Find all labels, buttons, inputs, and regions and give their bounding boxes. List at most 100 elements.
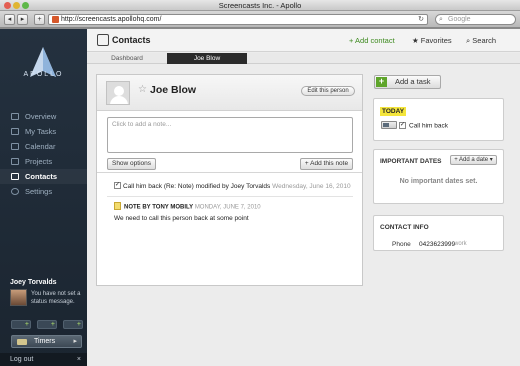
sidebar-item-settings[interactable]: Settings	[0, 184, 87, 199]
forward-arrow-icon: ▸	[20, 16, 25, 23]
edit-person-button[interactable]: Edit this person	[301, 86, 355, 96]
window-titlebar: Screencasts Inc. - Apollo	[0, 0, 520, 11]
sidebar: APOLLO Overview My Tasks Calendar Projec…	[0, 29, 87, 366]
contact-photo[interactable]	[106, 81, 130, 105]
sidebar-item-projects[interactable]: Projects	[0, 154, 87, 169]
favorite-star-icon[interactable]: ☆	[138, 84, 147, 95]
note-icon	[114, 202, 121, 210]
plus-icon: +	[37, 16, 42, 23]
divider	[97, 172, 362, 173]
new-tab-button[interactable]: +	[34, 14, 45, 25]
contacts-icon	[11, 173, 19, 180]
note-header: NOTE BY TONY MOBILY MONDAY, JUNE 7, 2010	[114, 202, 261, 211]
person-silhouette-body	[110, 96, 128, 104]
note-author: NOTE BY TONY MOBILY	[124, 204, 194, 211]
task-checkbox[interactable]: ✓	[399, 121, 406, 129]
person-silhouette-icon	[114, 86, 124, 96]
note-date: MONDAY, JUNE 7, 2010	[194, 204, 261, 211]
timers-button[interactable]: Timers ▸	[11, 335, 82, 348]
add-contact-link[interactable]: + Add contact	[349, 36, 395, 45]
reload-icon[interactable]: ↻	[418, 15, 424, 24]
important-dates-panel: IMPORTANT DATES + Add a date ▾ No import…	[373, 149, 504, 204]
user-status-message[interactable]: You have not set a status message.	[31, 290, 87, 306]
contact-card: ☆ Joe Blow Edit this person Click to add…	[96, 74, 363, 286]
calendar-icon	[11, 143, 19, 150]
sidebar-item-overview[interactable]: Overview	[0, 109, 87, 124]
note-body: We need to call this person back at some…	[114, 215, 249, 222]
sidebar-item-label: Overview	[25, 112, 57, 121]
sidebar-item-my-tasks[interactable]: My Tasks	[0, 124, 87, 139]
sidebar-item-contacts[interactable]: Contacts	[0, 169, 87, 184]
task-label[interactable]: Call him back	[409, 123, 448, 130]
contact-header: ☆ Joe Blow Edit this person	[97, 75, 362, 111]
main-content: Contacts + Add contact ★ Favorites ⌕ Sea…	[87, 29, 520, 366]
sidebar-item-label: Calendar	[25, 142, 56, 151]
site-favicon-icon	[52, 16, 59, 23]
quick-add-project-button[interactable]: +	[37, 320, 57, 329]
minimize-window-button[interactable]	[13, 2, 20, 9]
chevron-right-icon: ▸	[73, 338, 77, 345]
add-task-label: Add a task	[395, 77, 431, 86]
browser-toolbar: ◂ ▸ + http://screencasts.apollohq.com/ ↻…	[0, 11, 520, 28]
add-note-button[interactable]: + Add this note	[300, 158, 353, 170]
quick-add-task-button[interactable]: +	[11, 320, 31, 329]
activity-task-date: Wednesday, June 16, 2010	[272, 183, 351, 191]
add-date-button[interactable]: + Add a date ▾	[450, 155, 497, 165]
activity-task-item: ✓ Call him back (Re: Note) modified by Jo…	[114, 182, 351, 191]
forward-button[interactable]: ▸	[17, 14, 28, 25]
user-name[interactable]: Joey Torvalds	[10, 279, 87, 286]
quick-add-task-label: +	[24, 321, 29, 328]
apollo-logo	[30, 47, 56, 77]
activity-task-text[interactable]: Call him back (Re: Note) modified by Joe…	[123, 183, 270, 190]
tasks-panel: TODAY ✓ Call him back	[373, 98, 504, 141]
browser-search-field[interactable]: ⌕ Google	[435, 14, 516, 25]
gear-icon	[11, 188, 19, 195]
phone-number[interactable]: 0423623999	[419, 241, 455, 248]
back-button[interactable]: ◂	[4, 14, 15, 25]
favorites-link[interactable]: ★ Favorites	[412, 36, 452, 45]
current-user: Joey Torvalds You have not set a status …	[10, 279, 87, 306]
show-options-button[interactable]: Show options	[107, 158, 156, 170]
timers-label: Timers	[34, 338, 56, 345]
quick-add-timer-button[interactable]: +	[63, 320, 83, 329]
tab-joe-blow[interactable]: Joe Blow	[167, 53, 247, 64]
sidebar-item-label: Projects	[25, 157, 53, 166]
timer-icon	[17, 339, 27, 345]
search-link[interactable]: ⌕ Search	[466, 36, 496, 46]
note-textarea[interactable]: Click to add a note...	[107, 117, 353, 153]
close-window-button[interactable]	[4, 2, 11, 9]
window-title: Screencasts Inc. - Apollo	[218, 1, 302, 10]
contact-name: Joe Blow	[150, 84, 197, 96]
important-dates-title: IMPORTANT DATES	[380, 158, 442, 165]
no-dates-message: No important dates set.	[399, 178, 478, 185]
add-task-button[interactable]: + Add a task	[374, 75, 441, 89]
logout-link[interactable]: Log out	[10, 356, 33, 363]
today-badge: TODAY	[380, 107, 407, 116]
divider	[107, 196, 353, 197]
sidebar-nav: Overview My Tasks Calendar Projects Cont…	[0, 109, 87, 199]
plus-icon: +	[376, 77, 387, 87]
zoom-window-button[interactable]	[22, 2, 29, 9]
url-text: http://screencasts.apollohq.com/	[61, 16, 162, 23]
sidebar-item-label: Settings	[25, 187, 53, 196]
contact-info-panel: CONTACT INFO Phone 0423623999 work	[373, 215, 504, 251]
logo-wordmark: APOLLO	[23, 71, 64, 78]
sidebar-item-label: My Tasks	[25, 127, 57, 136]
tab-dashboard[interactable]: Dashboard	[87, 53, 167, 64]
contacts-icon	[97, 34, 109, 46]
checked-checkbox-icon: ✓	[114, 182, 121, 189]
page-title: Contacts	[112, 35, 151, 45]
close-icon[interactable]: ×	[77, 353, 81, 366]
avatar[interactable]	[10, 289, 27, 306]
browser-search-placeholder: Google	[448, 16, 471, 23]
sidebar-item-calendar[interactable]: Calendar	[0, 139, 87, 154]
url-bar[interactable]: http://screencasts.apollohq.com/ ↻	[48, 14, 428, 25]
sidebar-item-label: Contacts	[25, 172, 58, 181]
task-item: ✓ Call him back	[381, 121, 448, 130]
quick-add-timer-label: +	[76, 321, 81, 328]
phone-label: Phone	[392, 241, 411, 248]
top-bar: Contacts + Add contact ★ Favorites ⌕ Sea…	[87, 29, 520, 52]
search-link-label: Search	[472, 36, 497, 45]
task-category-select[interactable]	[381, 121, 397, 129]
overview-icon	[11, 113, 19, 120]
